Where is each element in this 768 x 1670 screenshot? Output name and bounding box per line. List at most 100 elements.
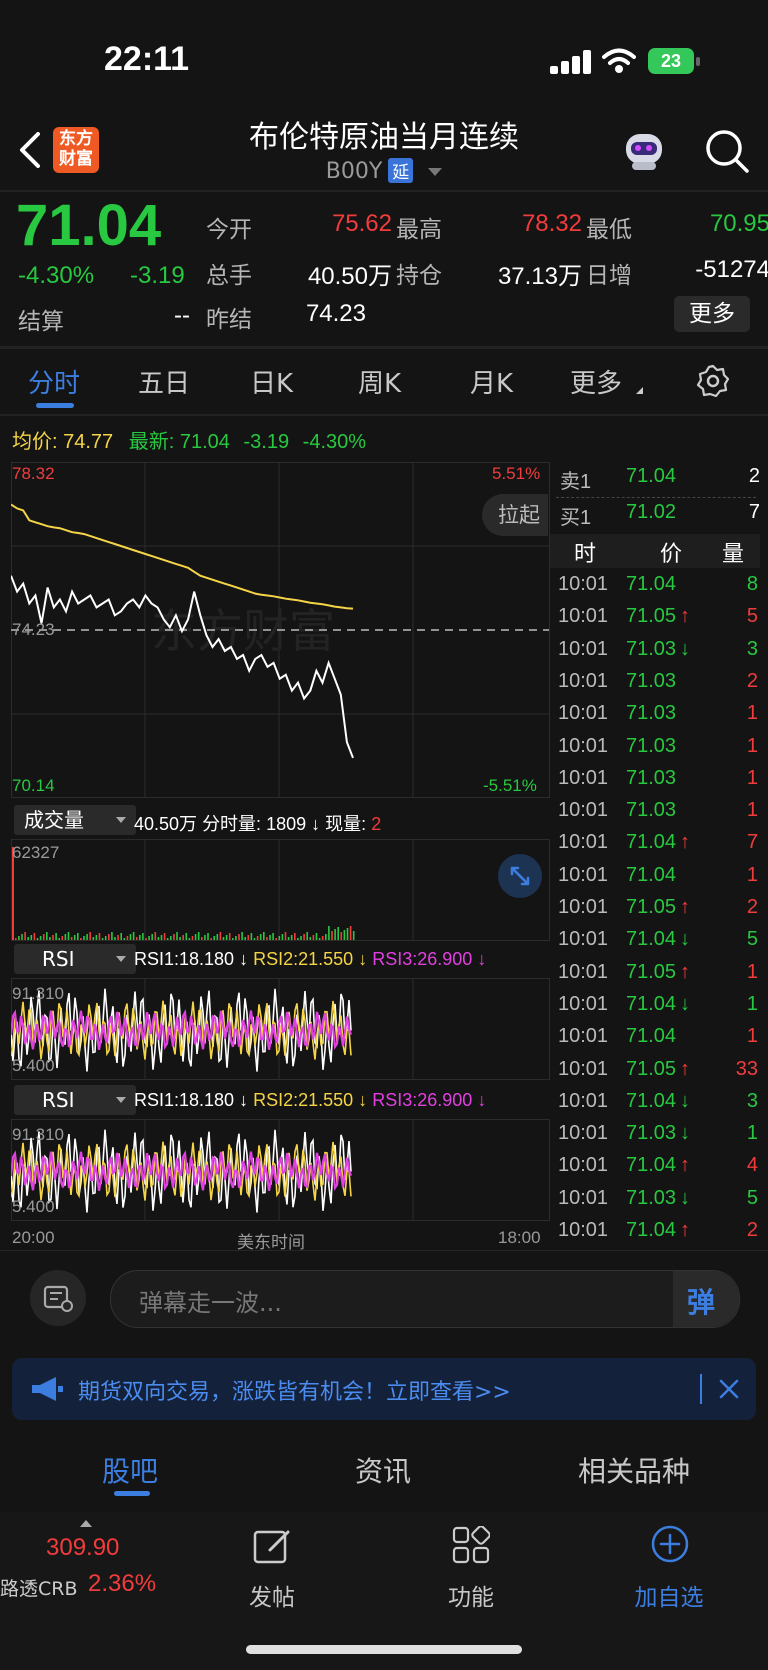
rsi1-value: RSI1:18.180 <box>134 1090 235 1110</box>
volume-bar <box>52 935 54 940</box>
volume-bar <box>98 933 101 940</box>
y-max-label: 78.32 <box>12 464 55 483</box>
tick-arrow-icon: ↓ <box>680 1089 690 1112</box>
divider <box>0 346 768 349</box>
quote-field-value: -51274 <box>695 256 768 283</box>
tab-4[interactable]: 月K <box>470 363 513 400</box>
status-bar: 22:11 23 <box>0 0 768 110</box>
add-watchlist-icon[interactable] <box>650 1524 690 1564</box>
tick-price: 71.03 <box>626 1186 677 1209</box>
search-icon[interactable] <box>704 128 750 174</box>
crb-name[interactable]: 路透CRB <box>0 1574 78 1601</box>
tab-2[interactable]: 日K <box>250 363 293 400</box>
tick-row: 10:01 71.04 8 <box>558 573 758 605</box>
tick-row: 10:01 71.05 ↑ 2 <box>558 896 758 928</box>
price-chart: 东方财富 <box>11 462 549 798</box>
nav-post-label[interactable]: 发帖 <box>212 1578 332 1612</box>
quote-field-label: 总手 <box>206 263 252 289</box>
settle-label: 结算 <box>18 309 64 335</box>
tick-volume: 2 <box>746 1219 758 1241</box>
tab-3[interactable]: 周K <box>358 363 401 400</box>
tick-arrow-icon: ↓ <box>680 992 690 1015</box>
down-arrow-icon: ↓ <box>358 1090 368 1110</box>
watermark: 东方财富 <box>151 604 335 658</box>
volume-bar <box>331 931 333 940</box>
robot-assistant-icon[interactable] <box>622 130 666 172</box>
tick-arrow-icon: ↑ <box>680 1154 690 1177</box>
bottom-tab-1[interactable]: 资讯 <box>355 1450 411 1490</box>
expand-icon[interactable] <box>498 854 542 898</box>
danmu-input[interactable]: 弹幕走一波... 弹 <box>110 1270 740 1328</box>
rsi-selector[interactable]: RSI <box>14 1085 136 1115</box>
tab-1[interactable]: 五日 <box>138 363 190 400</box>
crb-pct[interactable]: 2.36% <box>88 1570 156 1598</box>
volume-bar <box>272 933 274 940</box>
nav-watchlist-label[interactable]: 加自选 <box>609 1578 729 1612</box>
danmu-send-button[interactable]: 弹 <box>673 1271 739 1327</box>
settings-gear-icon[interactable] <box>696 364 730 398</box>
tick-volume: 1 <box>746 1025 758 1048</box>
more-quote-button[interactable]: 更多 <box>674 296 750 332</box>
promo-banner[interactable]: 期货双向交易，涨跌皆有机会！立即查看>> <box>12 1358 756 1420</box>
quote-field-value: 78.32 <box>521 210 582 237</box>
rsi3-value: RSI3:26.900 <box>372 949 473 969</box>
tick-row: 10:01 71.04 1 <box>558 1025 758 1057</box>
down-arrow-icon: ↓ <box>239 1090 249 1110</box>
volume-bar <box>228 933 231 940</box>
volume-bar <box>39 936 42 940</box>
crb-value[interactable]: 309.90 <box>46 1534 119 1562</box>
clock: 22:11 <box>104 40 190 78</box>
tick-price: 71.04 <box>626 928 677 951</box>
order-book-row[interactable]: 卖1 71.04 2 <box>560 465 760 497</box>
volume-bar <box>191 936 194 940</box>
tick-price: 71.05 <box>626 1057 677 1080</box>
pull-up-button[interactable]: 拉起 <box>482 494 548 536</box>
tick-price: 71.03 <box>626 799 677 822</box>
tick-time: 10:01 <box>558 863 609 886</box>
tab-5[interactable]: 更多 <box>570 363 622 400</box>
down-arrow-icon: ↓ <box>477 1090 487 1110</box>
volume-bar <box>253 938 256 940</box>
volume-bar <box>166 938 169 940</box>
rsi-lines <box>11 978 414 1080</box>
close-icon[interactable] <box>718 1378 740 1400</box>
home-indicator[interactable] <box>246 1645 522 1654</box>
tick-time: 10:01 <box>558 669 609 692</box>
volume-bar <box>352 931 355 940</box>
banner-separator <box>700 1374 702 1404</box>
volume-bar <box>278 936 281 940</box>
tick-volume: 3 <box>746 637 758 660</box>
down-arrow-icon: ↓ <box>477 949 487 969</box>
order-book-row[interactable]: 买1 71.02 7 <box>560 501 760 533</box>
tick-time: 10:01 <box>558 1186 609 1209</box>
volume-total: 40.50万 <box>134 814 198 834</box>
volume-bar <box>154 932 157 940</box>
avg-price-line <box>11 503 354 610</box>
compose-post-icon[interactable] <box>252 1526 292 1566</box>
tick-volume: 1 <box>746 863 758 886</box>
tab-0[interactable]: 分时 <box>28 363 80 400</box>
bottom-tab-0[interactable]: 股吧 <box>102 1450 158 1490</box>
tick-row: 10:01 71.03 ↓ 3 <box>558 638 758 670</box>
rsi-selector[interactable]: RSI <box>14 944 136 974</box>
grid-functions-icon[interactable] <box>452 1526 490 1564</box>
down-arrow-icon: ↓ <box>239 949 249 969</box>
tick-volume: 2 <box>746 896 758 918</box>
volume-bar <box>201 937 203 940</box>
bottom-tab-2[interactable]: 相关品种 <box>578 1450 690 1490</box>
volume-bar <box>315 933 318 940</box>
volume-bar <box>294 933 296 940</box>
tick-time: 10:01 <box>558 734 609 757</box>
quote-field-value: 40.50万 <box>307 263 392 290</box>
volume-bar <box>266 937 268 940</box>
tick-volume: 4 <box>746 1154 758 1177</box>
volume-bar <box>123 938 126 940</box>
quote-field-label: 持仓 <box>396 263 442 289</box>
volume-bar <box>269 935 271 940</box>
tick-time: 10:01 <box>558 928 609 951</box>
volume-bar <box>207 933 209 940</box>
nav-functions-label[interactable]: 功能 <box>411 1578 531 1612</box>
danmu-toggle-icon[interactable] <box>30 1270 86 1326</box>
volume-bar <box>139 935 141 940</box>
volume-selector[interactable]: 成交量 <box>14 805 136 835</box>
